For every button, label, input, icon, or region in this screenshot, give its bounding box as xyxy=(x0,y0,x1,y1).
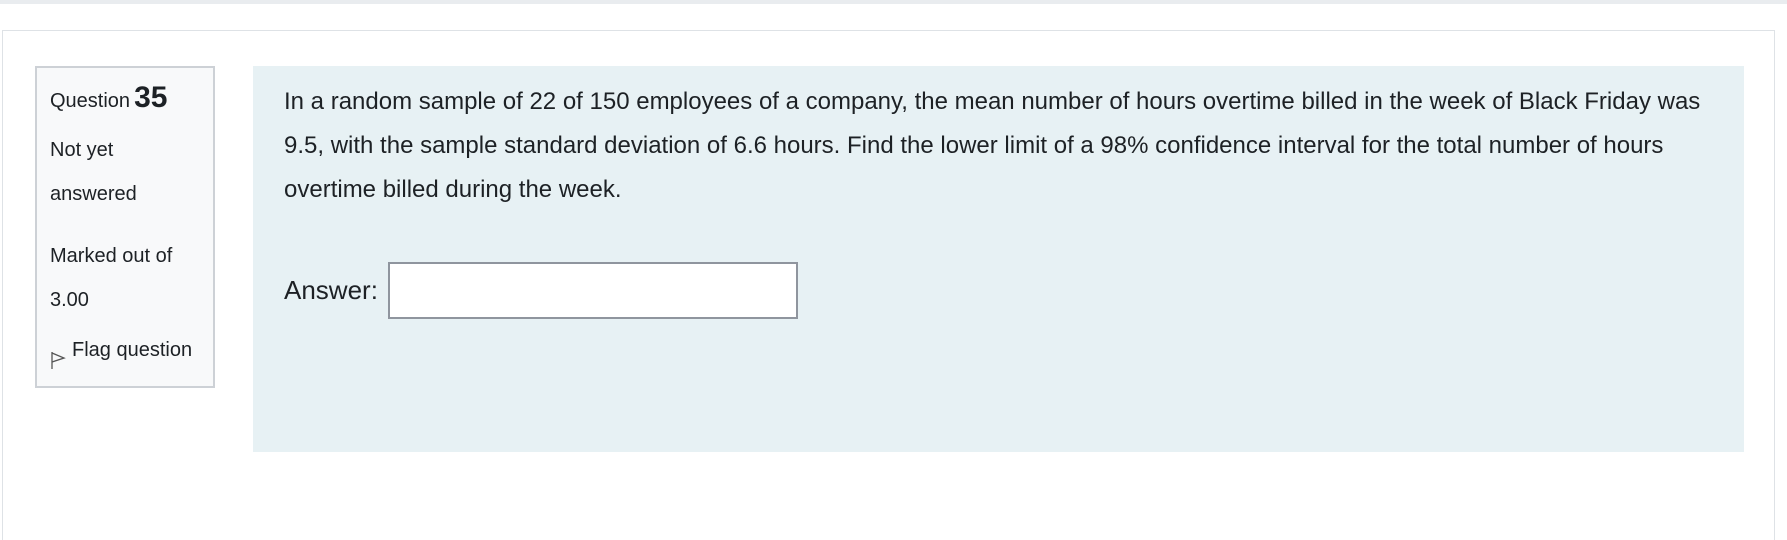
question-text: In a random sample of 22 of 150 employee… xyxy=(284,88,1701,203)
question-label: Question xyxy=(50,90,131,112)
flag-icon xyxy=(51,352,66,369)
answer-label: Answer: xyxy=(284,275,378,305)
question-number: 35 xyxy=(134,81,168,114)
question-grade: Marked out of 3.00 xyxy=(50,245,173,311)
flag-question-label: Flag question xyxy=(72,339,193,361)
question-number-heading: Question 35 xyxy=(50,83,167,113)
question-state: Not yet answered xyxy=(50,139,137,205)
top-divider xyxy=(0,0,1787,4)
flag-question-toggle[interactable]: Flag question xyxy=(50,338,192,370)
question-content: In a random sample of 22 of 150 employee… xyxy=(253,66,1744,452)
answer-input[interactable] xyxy=(387,262,798,319)
answer-row: Answer: xyxy=(284,262,798,319)
question-info-panel: Question 35 Not yet answered Marked out o… xyxy=(35,66,215,388)
